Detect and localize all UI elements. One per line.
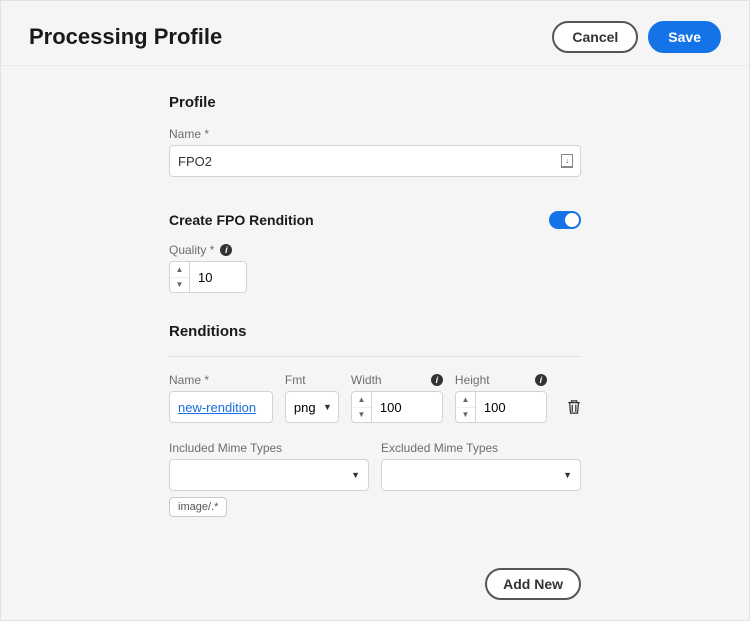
height-stepper[interactable]: ▲ ▼ <box>455 391 547 423</box>
header-actions: Cancel Save <box>552 21 721 53</box>
renditions-section-title: Renditions <box>169 323 581 340</box>
chevron-up-icon[interactable]: ▲ <box>456 392 475 408</box>
width-input[interactable] <box>372 392 442 422</box>
toggle-knob <box>565 213 579 227</box>
chevron-down-icon: ▼ <box>323 402 332 412</box>
rendition-name-input[interactable] <box>169 391 273 423</box>
chevron-down-icon[interactable]: ▼ <box>352 408 371 423</box>
width-label: Width <box>351 373 382 387</box>
quality-label: Quality * <box>169 243 214 257</box>
excluded-mime-select[interactable]: ▼ <box>381 459 581 491</box>
fmt-value: png <box>294 400 316 415</box>
fpo-toggle[interactable] <box>549 211 581 229</box>
included-mime-select[interactable]: ▼ <box>169 459 369 491</box>
info-icon: i <box>535 374 547 386</box>
save-button[interactable]: Save <box>648 21 721 53</box>
info-icon: i <box>220 244 232 256</box>
fmt-select[interactable]: png ▼ <box>285 391 339 423</box>
fpo-section-title: Create FPO Rendition <box>169 212 314 228</box>
rendition-name-label: Name * <box>169 373 273 387</box>
width-stepper[interactable]: ▲ ▼ <box>351 391 443 423</box>
trash-icon[interactable] <box>567 398 581 416</box>
profile-section-title: Profile <box>169 94 581 111</box>
input-badge-icon: ↓ <box>561 154 573 168</box>
profile-name-input[interactable] <box>169 145 581 177</box>
quality-input[interactable] <box>190 262 246 292</box>
excluded-mime-label: Excluded Mime Types <box>381 441 581 455</box>
add-new-button[interactable]: Add New <box>485 568 581 600</box>
chevron-down-icon[interactable]: ▼ <box>170 278 189 293</box>
chevron-up-icon[interactable]: ▲ <box>352 392 371 408</box>
chevron-down-icon[interactable]: ▼ <box>456 408 475 423</box>
height-label: Height <box>455 373 490 387</box>
page-title: Processing Profile <box>29 24 222 50</box>
fmt-label: Fmt <box>285 373 339 387</box>
chevron-down-icon: ▼ <box>563 470 572 480</box>
height-input[interactable] <box>476 392 546 422</box>
info-icon: i <box>431 374 443 386</box>
cancel-button[interactable]: Cancel <box>552 21 638 53</box>
divider <box>169 356 581 357</box>
chevron-up-icon[interactable]: ▲ <box>170 262 189 278</box>
included-mime-label: Included Mime Types <box>169 441 369 455</box>
profile-name-label: Name * <box>169 127 581 141</box>
mime-tag[interactable]: image/.* <box>169 497 227 517</box>
quality-stepper[interactable]: ▲ ▼ <box>169 261 247 293</box>
page-header: Processing Profile Cancel Save <box>1 1 749 66</box>
chevron-down-icon: ▼ <box>351 470 360 480</box>
